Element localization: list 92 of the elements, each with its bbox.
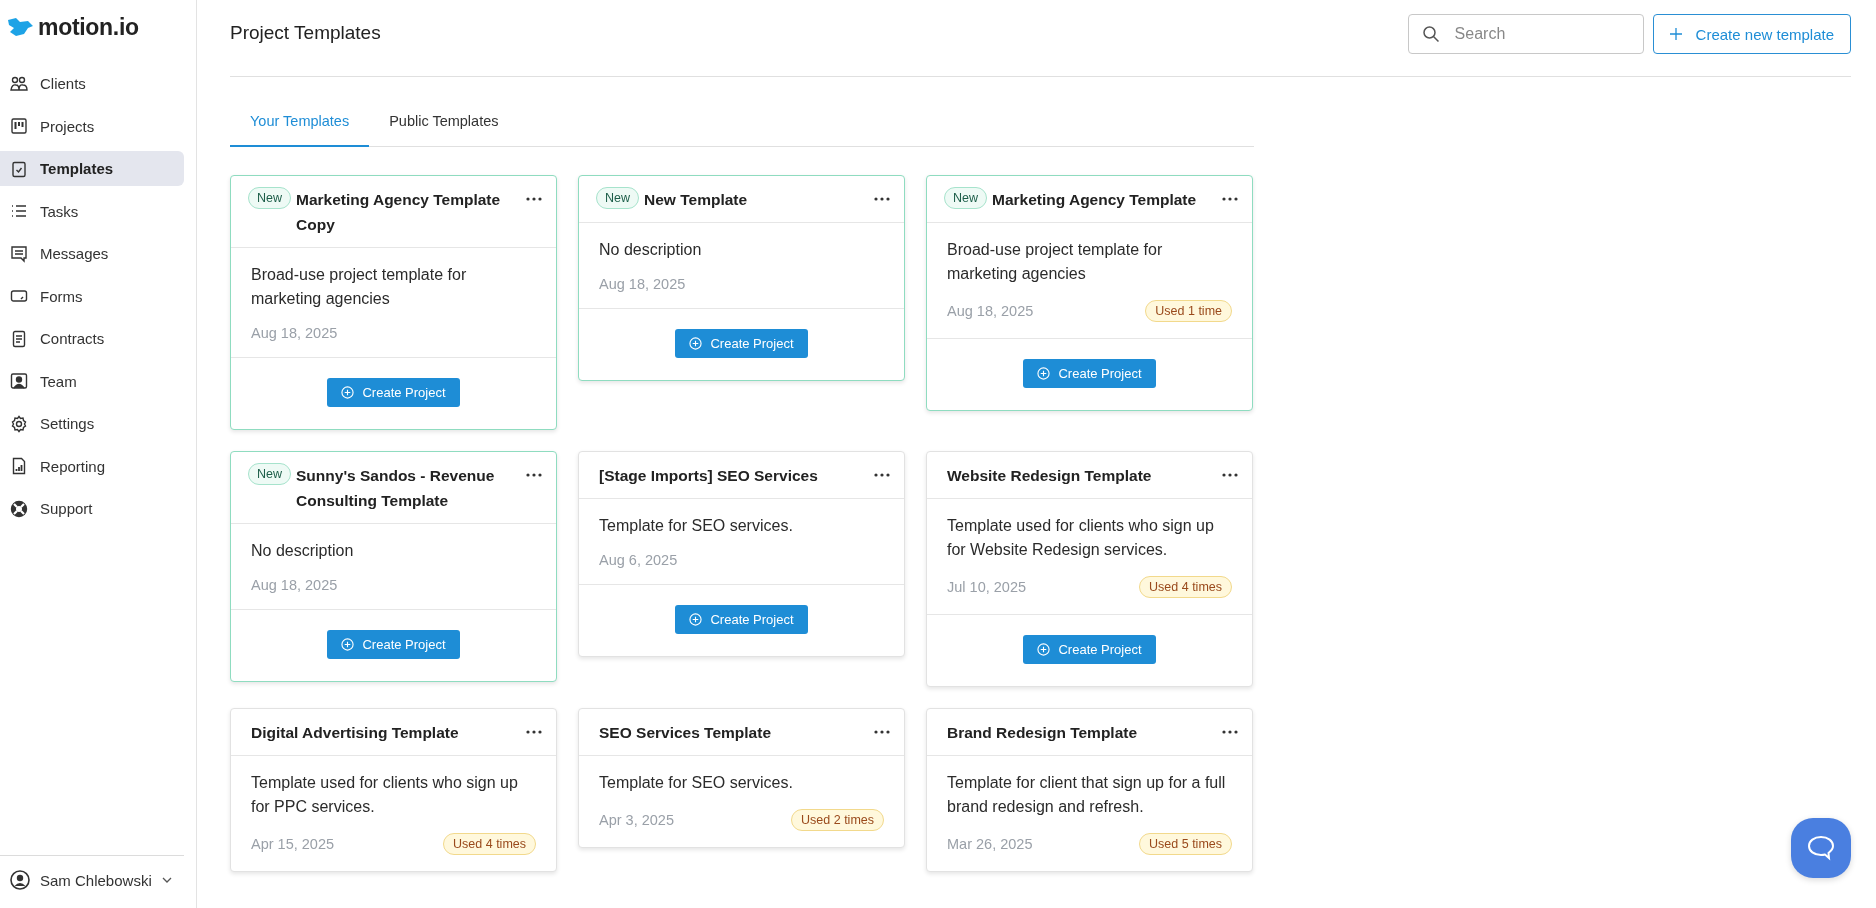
reporting-icon [10,457,28,475]
card-description: Template used for clients who sign up for PPC services. [251,773,519,817]
nav-item[interactable]: Projects [0,108,184,144]
create-project-button[interactable]: Create Project [327,378,460,407]
more-options-icon[interactable] [526,197,542,201]
nav-item[interactable]: Templates [0,151,184,186]
forms-icon [10,287,28,305]
projects-icon [10,117,28,135]
card-description: Template for SEO services. [599,773,794,793]
contracts-icon [10,329,28,348]
card-description: Broad-use project template for marketing agencies [947,240,1164,284]
usage-badge: Used 5 times [1139,833,1232,855]
more-options-icon[interactable] [1222,197,1238,201]
new-badge: New [248,463,291,485]
card-date: Aug 6, 2025 [599,552,678,568]
card-date: Apr 15, 2025 [251,836,335,852]
templates-icon [10,159,28,178]
chat-button[interactable] [1791,818,1851,878]
card-title: Marketing Agency Template Copy [296,190,502,235]
card-date: Aug 18, 2025 [947,303,1034,319]
create-project-button[interactable]: Create Project [327,630,460,659]
card-title: Website Redesign Template [947,466,1153,486]
usage-badge: Used 4 times [443,833,536,855]
more-options-icon[interactable] [1222,473,1238,477]
card-title: SEO Services Template [599,723,773,743]
settings-icon [10,414,28,433]
more-options-icon[interactable] [874,197,890,201]
new-badge: New [596,187,639,209]
card-description: Broad-use project template for marketing agencies [251,265,468,309]
plus-circle-icon [341,386,355,399]
nav-item[interactable]: Reporting [0,448,184,484]
card-description: Template used for clients who sign up for Website Redesign services. [947,516,1215,560]
nav-item[interactable]: Forms [0,278,184,314]
chat-bubble-icon [1807,835,1835,861]
tab[interactable]: Your Templates [230,103,370,147]
support-icon [10,499,28,518]
card-title: Marketing Agency Template [992,190,1198,210]
avatar-icon [10,870,30,890]
card-description: No description [251,541,355,561]
messages-icon [10,244,28,263]
card-date: Aug 18, 2025 [599,276,686,292]
card-date: Mar 26, 2025 [947,836,1033,852]
create-project-button[interactable]: Create Project [675,329,808,358]
search-field[interactable]: Search [1407,14,1644,54]
card-date: Aug 18, 2025 [251,325,338,341]
card-date: Apr 3, 2025 [599,812,674,828]
create-project-button[interactable]: Create Project [1023,359,1156,388]
nav-item[interactable]: Tasks [0,193,184,229]
clients-icon [10,74,28,93]
usage-badge: Used 1 time [1145,300,1232,322]
nav-item[interactable]: Contracts [0,321,184,356]
plus-icon [1669,28,1682,40]
new-badge: New [944,187,987,209]
card-title: Brand Redesign Template [947,723,1139,743]
more-options-icon[interactable] [874,730,890,734]
create-project-button[interactable]: Create Project [1023,635,1156,664]
plus-circle-icon [1037,367,1051,380]
nav-item[interactable]: Team [0,363,184,399]
chevron-down-icon [161,877,172,883]
tab[interactable]: Public Templates [369,103,519,147]
card-description: Template for SEO services. [599,516,794,536]
create-template-button[interactable]: Create new template [1652,14,1851,54]
usage-badge: Used 2 times [791,809,884,831]
plus-circle-icon [689,337,703,350]
card-date: Jul 10, 2025 [947,579,1026,595]
card-title: Sunny's Sandos - Revenue Consulting Template [296,466,496,511]
card-description: Template for client that sign up for a full brand redesign and refresh. [947,773,1227,817]
more-options-icon[interactable] [1222,730,1238,734]
nav-item[interactable]: Settings [0,406,184,441]
card-description: No description [599,240,703,260]
more-options-icon[interactable] [874,473,890,477]
more-options-icon[interactable] [526,730,542,734]
nav-item[interactable]: Messages [0,236,184,271]
create-project-button[interactable]: Create Project [675,605,808,634]
card-title: New Template [644,190,749,210]
plus-circle-icon [341,638,355,651]
usage-badge: Used 4 times [1139,576,1232,598]
plus-circle-icon [689,613,703,626]
nav-item[interactable]: Clients [0,66,184,101]
card-date: Aug 18, 2025 [251,577,338,593]
card-title: Digital Advertising Template [251,723,460,743]
user-menu[interactable]: Sam Chlebowski [0,855,184,908]
more-options-icon[interactable] [526,473,542,477]
plus-circle-icon [1037,643,1051,656]
search-icon [1421,25,1440,43]
page-title: Project Templates [230,22,381,44]
tasks-icon [10,202,28,220]
team-icon [10,372,28,390]
card-title: [Stage Imports] SEO Services [599,466,819,486]
new-badge: New [248,187,291,209]
logo-text: motion.io [38,13,139,41]
nav-item[interactable]: Support [0,491,184,526]
